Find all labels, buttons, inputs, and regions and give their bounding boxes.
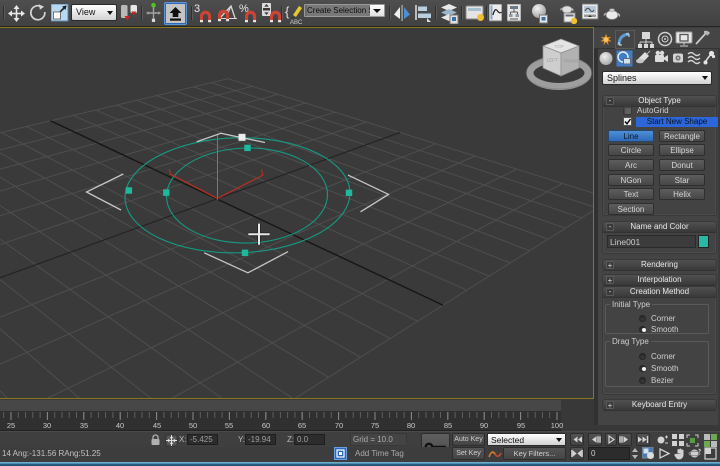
- svg-text:LEFT: LEFT: [547, 58, 558, 63]
- svg-text:{: {: [285, 4, 290, 19]
- svg-text:TOP: TOP: [555, 44, 564, 49]
- svg-text:FRONT: FRONT: [564, 59, 580, 64]
- svg-text:ABC: ABC: [290, 20, 303, 25]
- svg-text:3: 3: [194, 3, 200, 15]
